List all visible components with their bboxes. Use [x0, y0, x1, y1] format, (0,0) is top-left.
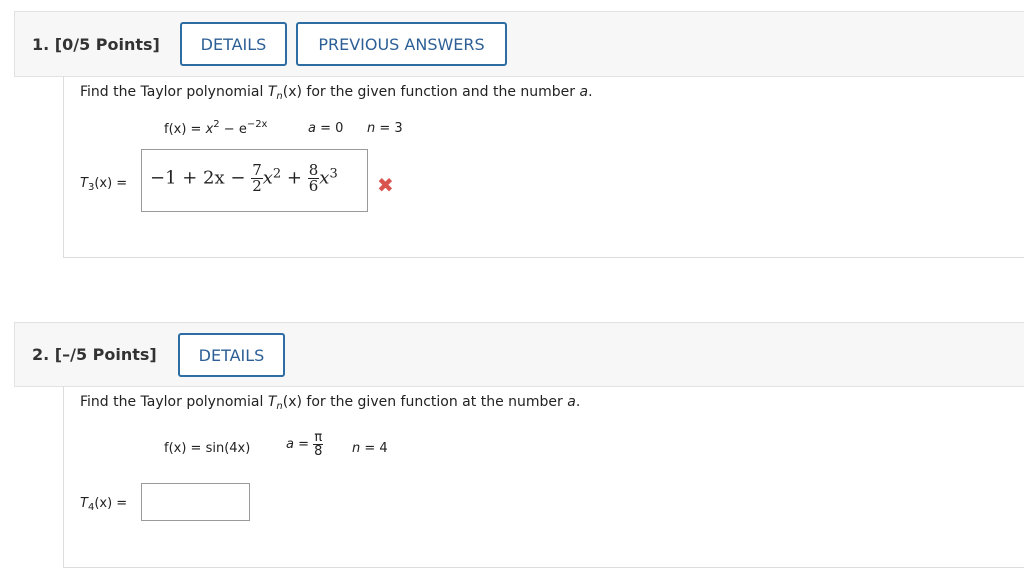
question-1-prompt: Find the Taylor polynomial Tn(x) for the… — [80, 84, 593, 102]
fraction-pi-over-8: π8 — [313, 430, 324, 459]
question-1-body: Find the Taylor polynomial Tn(x) for the… — [63, 76, 1024, 258]
question-2-details-button[interactable]: DETAILS — [178, 333, 285, 377]
question-2-header: 2. [–/5 Points] DETAILS — [14, 322, 1024, 387]
question-1-answer-label: T3(x) = — [80, 176, 128, 193]
question-1-details-button[interactable]: DETAILS — [180, 22, 287, 66]
fraction-8-over-6: 86 — [307, 161, 320, 195]
x-mark-icon: ✖ — [377, 173, 394, 197]
question-2-points: 2. [–/5 Points] — [32, 345, 157, 364]
question-2-body: Find the Taylor polynomial Tn(x) for the… — [63, 386, 1024, 568]
question-2-answer-field[interactable] — [141, 483, 250, 521]
question-2-function: f(x) = sin(4x) — [164, 441, 251, 456]
question-1-function: f(x) = x2 − e−2x — [164, 119, 268, 137]
question-1-answer-expression: −1 + 2x − 7 2 x2 + 8 6 x3 — [150, 161, 338, 195]
fraction-7-over-2: 72 — [251, 161, 263, 195]
question-1-a-value: a = 0 — [308, 121, 344, 136]
question-1-previous-answers-button[interactable]: PREVIOUS ANSWERS — [296, 22, 507, 66]
question-2-n-value: n = 4 — [352, 441, 388, 456]
question-1-header: 1. [0/5 Points] DETAILS PREVIOUS ANSWERS — [14, 11, 1024, 77]
question-1-n-value: n = 3 — [367, 121, 403, 136]
question-1-points: 1. [0/5 Points] — [32, 35, 160, 54]
question-2-answer-label: T4(x) = — [80, 496, 128, 513]
question-2-prompt: Find the Taylor polynomial Tn(x) for the… — [80, 394, 581, 412]
question-1-answer-field[interactable]: −1 + 2x − 7 2 x2 + 8 6 x3 — [141, 149, 368, 212]
question-2-a-value: a = π8 — [286, 430, 324, 459]
